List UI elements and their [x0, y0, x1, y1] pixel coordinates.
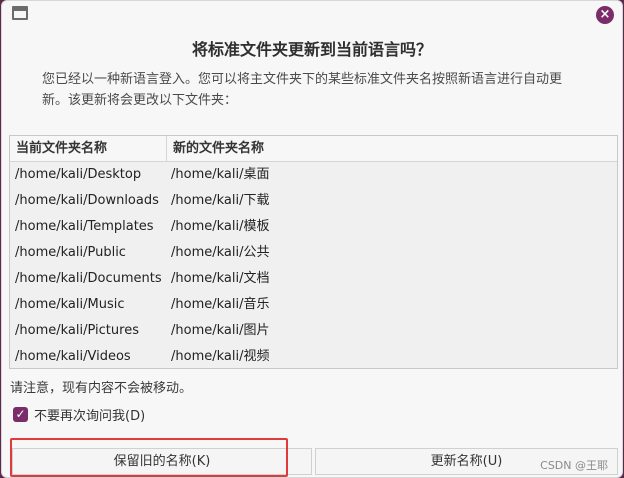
current-folder-cell: /home/kali/Downloads	[15, 193, 159, 208]
table-row[interactable]: /home/kali/Templates /home/kali/模板	[10, 214, 617, 240]
current-folder-cell: /home/kali/Videos	[15, 349, 131, 364]
update-folders-dialog: × 将标准文件夹更新到当前语言吗？ 您已经以一种新语言登入。您可以将主文件夹下的…	[1, 0, 623, 478]
folder-table: 当前文件夹名称 新的文件夹名称 /home/kali/Desktop /home…	[9, 135, 618, 369]
watermark: CSDN @王耶	[540, 459, 608, 472]
dont-ask-again-checkbox-row[interactable]: ✓ 不要再次询问我(D)	[13, 405, 145, 424]
column-header-current[interactable]: 当前文件夹名称	[10, 136, 167, 161]
current-folder-cell: /home/kali/Desktop	[15, 167, 142, 182]
dont-ask-again-checkbox[interactable]: ✓	[13, 407, 28, 422]
current-folder-cell: /home/kali/Music	[15, 297, 125, 312]
current-folder-cell: /home/kali/Templates	[15, 219, 154, 234]
current-folder-cell: /home/kali/Documents	[15, 271, 162, 286]
close-button[interactable]: ×	[596, 6, 614, 24]
new-folder-cell: /home/kali/图片	[171, 323, 270, 338]
content-not-moved-note: 请注意，现有内容不会被移动。	[10, 381, 193, 396]
table-row[interactable]: /home/kali/Documents /home/kali/文档	[10, 266, 617, 292]
new-folder-cell: /home/kali/下载	[171, 193, 270, 208]
table-row[interactable]: /home/kali/Public /home/kali/公共	[10, 240, 617, 266]
keep-old-names-button[interactable]: 保留旧的名称(K)	[12, 448, 312, 475]
current-folder-cell: /home/kali/Public	[15, 245, 126, 260]
new-folder-cell: /home/kali/桌面	[171, 167, 270, 182]
dont-ask-again-label[interactable]: 不要再次询问我(D)	[34, 405, 145, 424]
table-row[interactable]: /home/kali/Desktop /home/kali/桌面	[10, 162, 617, 188]
table-row[interactable]: /home/kali/Music /home/kali/音乐	[10, 292, 617, 318]
new-folder-cell: /home/kali/模板	[171, 219, 270, 234]
table-header: 当前文件夹名称 新的文件夹名称	[10, 136, 617, 162]
table-row[interactable]: /home/kali/Pictures /home/kali/图片	[10, 318, 617, 344]
window-icon	[12, 6, 28, 20]
dialog-title: 将标准文件夹更新到当前语言吗？	[191, 40, 432, 59]
column-header-new[interactable]: 新的文件夹名称	[167, 136, 617, 161]
current-folder-cell: /home/kali/Pictures	[15, 323, 139, 338]
table-row[interactable]: /home/kali/Downloads /home/kali/下载	[10, 188, 617, 214]
table-row[interactable]: /home/kali/Videos /home/kali/视频	[10, 344, 617, 368]
new-folder-cell: /home/kali/文档	[171, 271, 270, 286]
dialog-description: 您已经以一种新语言登入。您可以将主文件夹下的某些标准文件夹名按照新语言进行自动更…	[42, 72, 563, 108]
new-folder-cell: /home/kali/公共	[171, 245, 270, 260]
new-folder-cell: /home/kali/音乐	[171, 297, 270, 312]
new-folder-cell: /home/kali/视频	[171, 349, 270, 364]
